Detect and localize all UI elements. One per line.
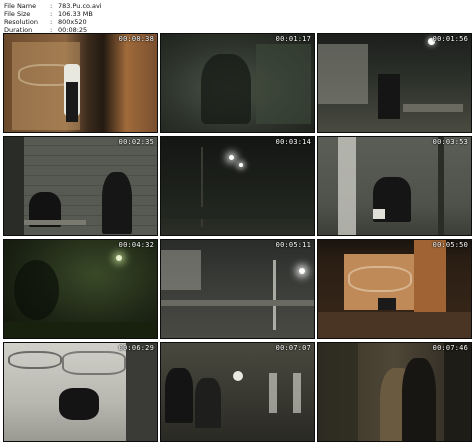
file-info-panel: File Name : 783.Pu.co.avi File Size : 10… bbox=[4, 2, 102, 34]
video-frame-image bbox=[4, 137, 157, 235]
file-name-separator: : bbox=[50, 2, 53, 10]
thumbnail-frame[interactable]: 00:03:53 bbox=[317, 136, 472, 236]
thumbnail-timestamp: 00:07:07 bbox=[275, 344, 311, 352]
thumbnail-timestamp: 00:02:35 bbox=[118, 138, 154, 146]
resolution-separator: : bbox=[50, 18, 53, 26]
thumbnail-timestamp: 00:03:53 bbox=[432, 138, 468, 146]
thumbnail-frame[interactable]: 00:00:38 bbox=[3, 33, 158, 133]
video-frame-image bbox=[318, 34, 471, 132]
thumbnail-frame[interactable]: 00:05:50 bbox=[317, 239, 472, 339]
thumbnail-frame[interactable]: 00:02:35 bbox=[3, 136, 158, 236]
video-frame-image bbox=[161, 240, 314, 338]
video-frame-image bbox=[318, 343, 471, 441]
thumbnail-timestamp: 00:04:32 bbox=[118, 241, 154, 249]
file-size-row: File Size : 106.33 MB bbox=[4, 10, 102, 18]
thumbnail-timestamp: 00:00:38 bbox=[118, 35, 154, 43]
video-frame-image bbox=[161, 137, 314, 235]
thumbnail-timestamp: 00:01:56 bbox=[432, 35, 468, 43]
thumbnail-timestamp: 00:05:50 bbox=[432, 241, 468, 249]
file-name-value: 783.Pu.co.avi bbox=[58, 2, 102, 10]
video-frame-image bbox=[161, 34, 314, 132]
thumbnail-frame[interactable]: 00:01:56 bbox=[317, 33, 472, 133]
thumbnail-timestamp: 00:01:17 bbox=[275, 35, 311, 43]
file-size-separator: : bbox=[50, 10, 53, 18]
thumbnail-grid: 00:00:38 00:01:17 00:01:56 00:02:35 00:0… bbox=[3, 33, 472, 443]
video-frame-image bbox=[4, 34, 157, 132]
thumbnail-frame[interactable]: 00:03:14 bbox=[160, 136, 315, 236]
thumbnail-frame[interactable]: 00:04:32 bbox=[3, 239, 158, 339]
file-name-label: File Name bbox=[4, 2, 37, 10]
resolution-row: Resolution : 800x520 bbox=[4, 18, 102, 26]
thumbnail-frame[interactable]: 00:07:46 bbox=[317, 342, 472, 442]
thumbnail-timestamp: 00:06:29 bbox=[118, 344, 154, 352]
resolution-value: 800x520 bbox=[58, 18, 87, 26]
thumbnail-timestamp: 00:03:14 bbox=[275, 138, 311, 146]
thumbnail-frame[interactable]: 00:06:29 bbox=[3, 342, 158, 442]
file-size-label: File Size bbox=[4, 10, 31, 18]
video-frame-image bbox=[4, 240, 157, 338]
video-frame-image bbox=[161, 343, 314, 441]
thumbnail-timestamp: 00:07:46 bbox=[432, 344, 468, 352]
thumbnail-frame[interactable]: 00:07:07 bbox=[160, 342, 315, 442]
thumbnail-timestamp: 00:05:11 bbox=[275, 241, 311, 249]
file-size-value: 106.33 MB bbox=[58, 10, 93, 18]
thumbnail-frame[interactable]: 00:01:17 bbox=[160, 33, 315, 133]
video-frame-image bbox=[318, 137, 471, 235]
video-frame-image bbox=[4, 343, 157, 441]
file-name-row: File Name : 783.Pu.co.avi bbox=[4, 2, 102, 10]
thumbnail-frame[interactable]: 00:05:11 bbox=[160, 239, 315, 339]
video-frame-image bbox=[318, 240, 471, 338]
resolution-label: Resolution bbox=[4, 18, 38, 26]
